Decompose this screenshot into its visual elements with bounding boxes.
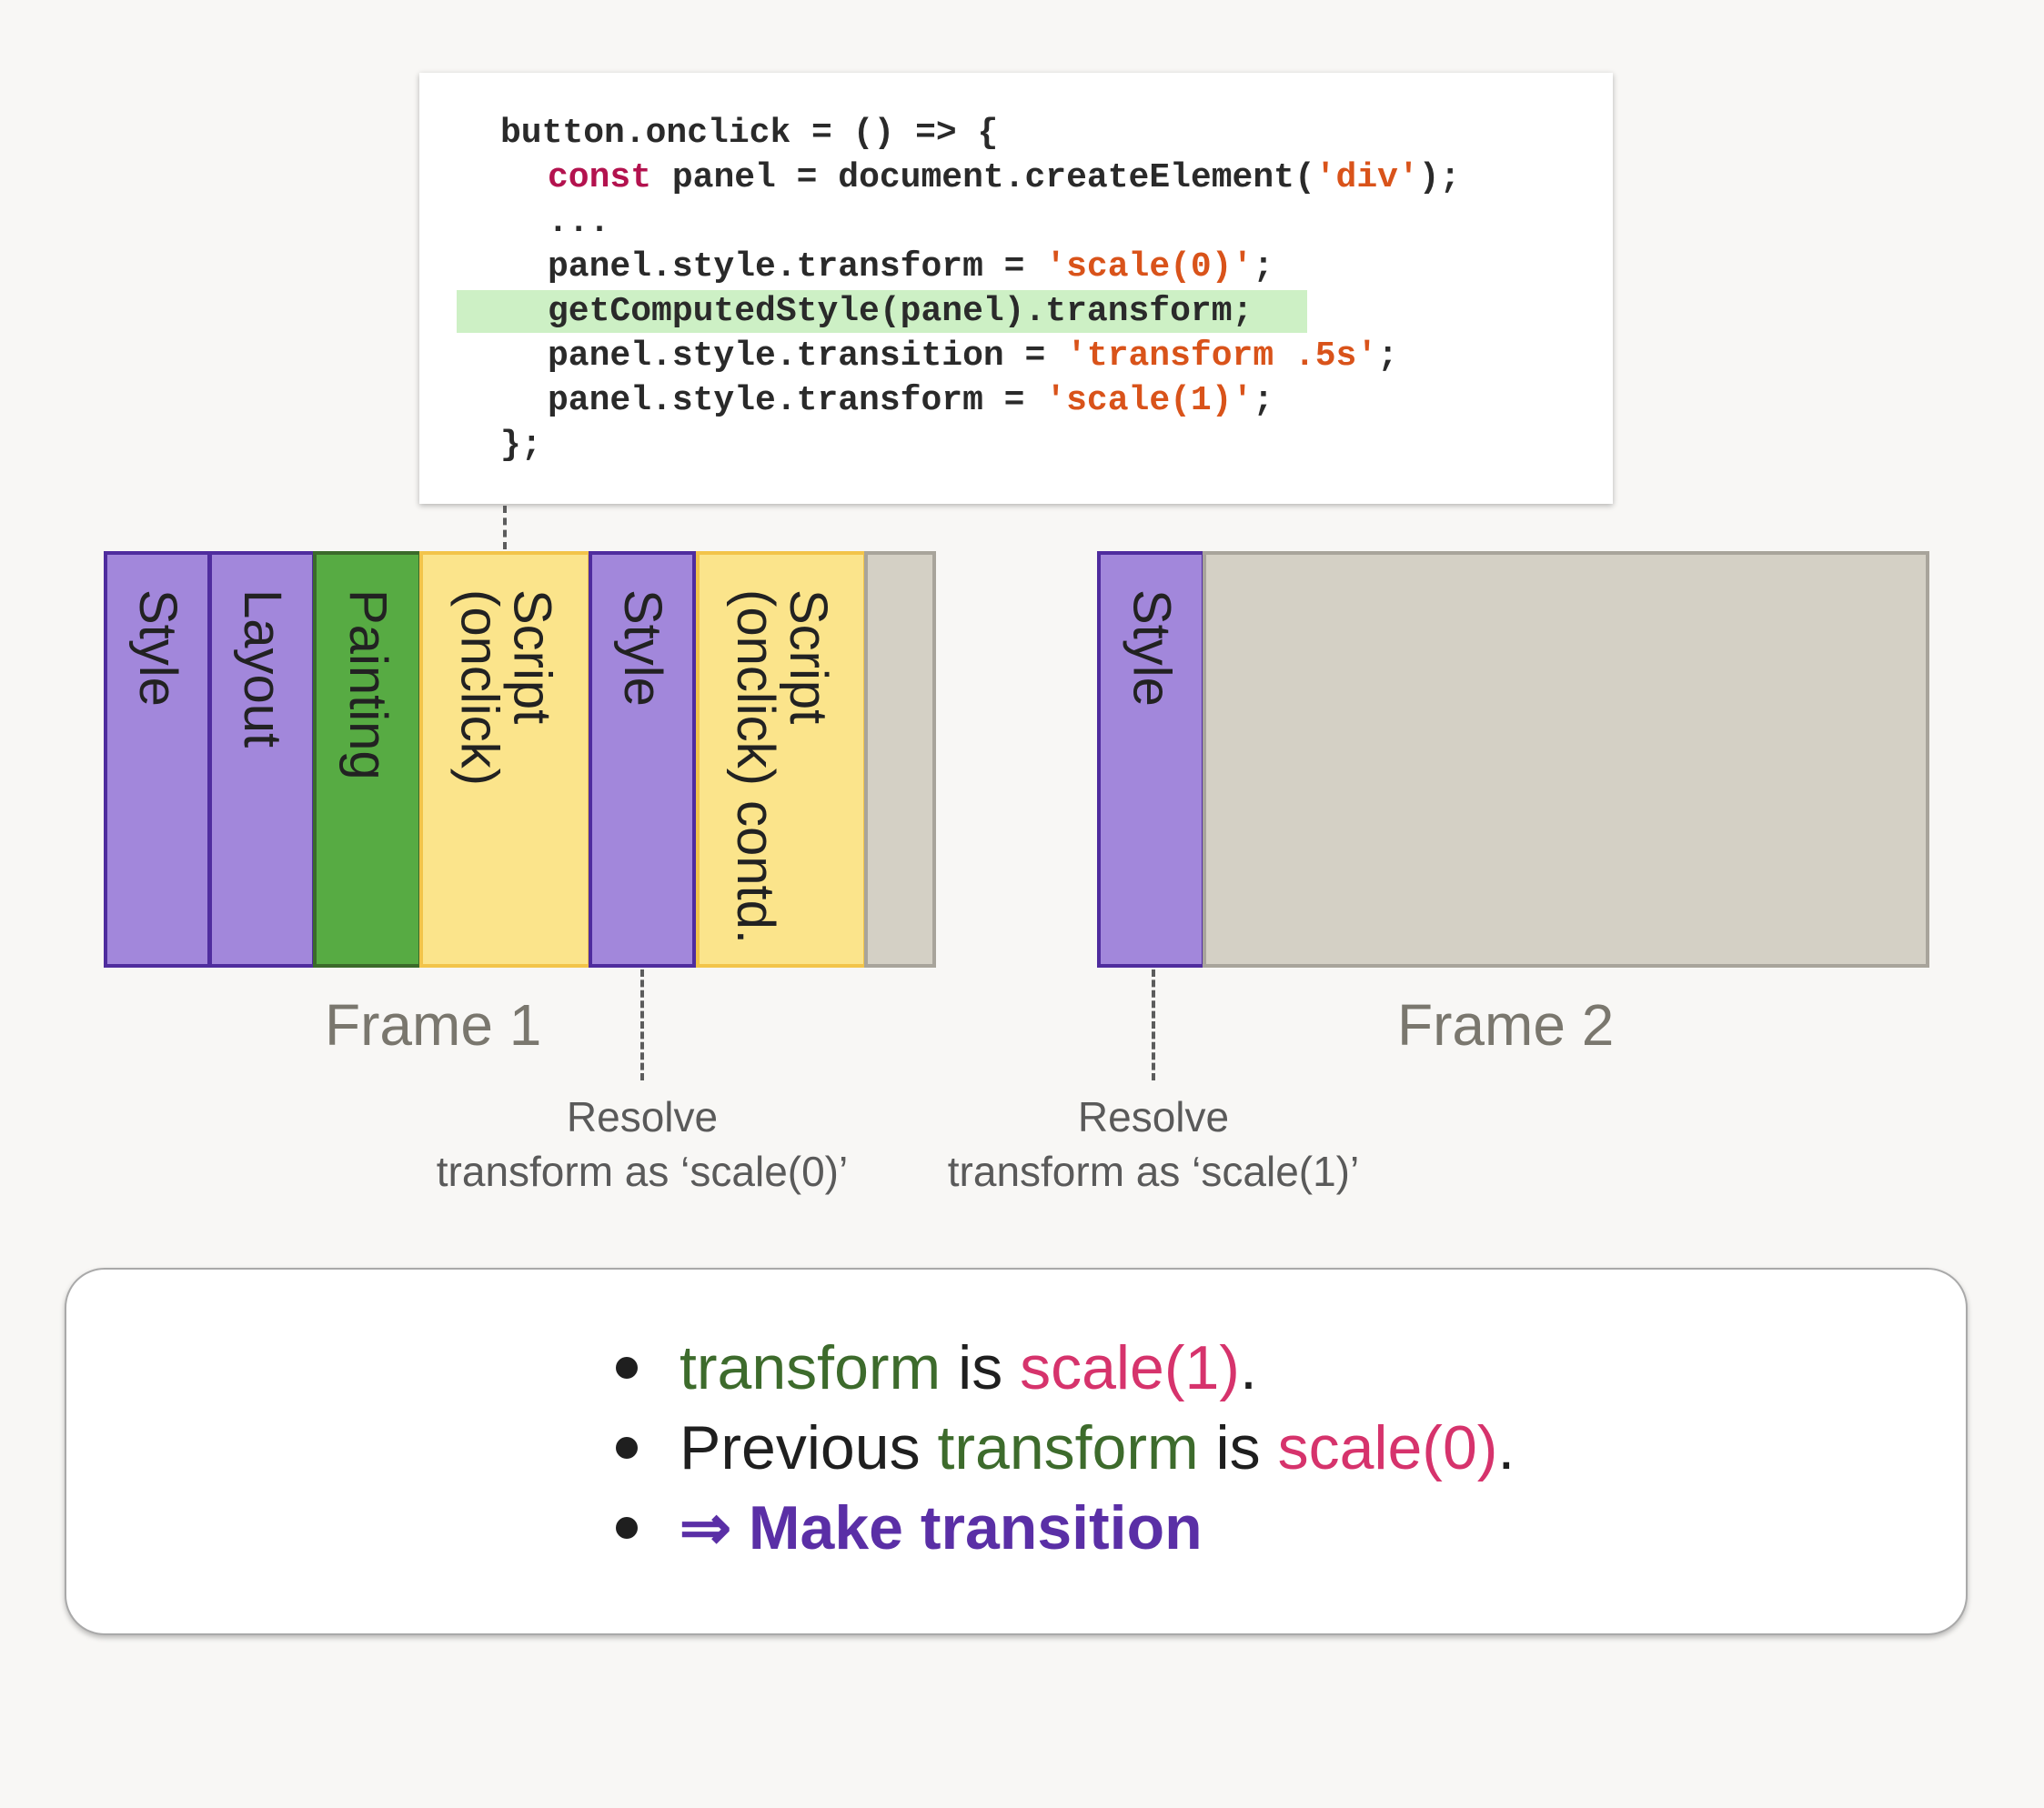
bullet-dot (616, 1437, 638, 1459)
frame2-style-label: Style (1122, 589, 1182, 707)
code-line-5: getComputedStyle(panel).transform; (548, 292, 1254, 331)
code-line-4: panel.style.transform = 'scale(0)'; (548, 247, 1274, 286)
bullet-2: Previous transform is scale(0). (616, 1408, 1515, 1488)
frame1-label: Frame 1 (325, 992, 542, 1058)
code-line-8: }; (500, 426, 542, 465)
frame1-style2-label: Style (613, 589, 672, 707)
frame1-script-block: Script (onclick) (419, 551, 591, 968)
code-line-6: panel.style.transition = 'transform .5s'… (548, 336, 1398, 376)
frame2-label: Frame 2 (1397, 992, 1615, 1058)
frame1-script-label: Script (onclick) (449, 589, 562, 786)
bullet-1: transform is scale(1). (616, 1328, 1257, 1408)
frame1-style-label: Style (128, 589, 187, 707)
frame2-style-block: Style (1097, 551, 1205, 968)
frame1-idle-block (864, 551, 936, 968)
frame1-style2-block: Style (589, 551, 696, 968)
code-connector (503, 506, 507, 549)
frame1-layout-block: Layout (208, 551, 316, 968)
bullet-dot (616, 1517, 638, 1539)
resolve2-connector (1152, 969, 1155, 1080)
frame2-idle-block (1203, 551, 1929, 968)
resolve1-connector (640, 969, 644, 1080)
resolve1-caption: Resolve transform as ‘scale(0)’ (436, 1093, 849, 1195)
frame1-painting-block: Painting (313, 551, 422, 968)
frame1-style-block: Style (104, 551, 211, 968)
bullet-3: ⇒ Make transition (616, 1488, 1203, 1568)
code-line-3: ... (548, 203, 610, 242)
frame1-script-contd-block: Script (onclick) contd. (696, 551, 867, 968)
frame1-script-contd-label: Script (onclick) contd. (726, 589, 838, 945)
resolve2-caption: Resolve transform as ‘scale(1)’ (947, 1093, 1360, 1195)
code-line-7: panel.style.transform = 'scale(1)'; (548, 381, 1274, 420)
summary-card: transform is scale(1). Previous transfor… (65, 1268, 1968, 1635)
frame1-painting-label: Painting (338, 589, 398, 780)
code-line-2: const panel = document.createElement('di… (548, 158, 1461, 197)
frame1-layout-label: Layout (233, 589, 292, 748)
code-line-1: button.onclick = () => { (500, 114, 999, 153)
bullet-dot (616, 1357, 638, 1379)
code-panel: button.onclick = () => { const panel = d… (419, 73, 1613, 504)
